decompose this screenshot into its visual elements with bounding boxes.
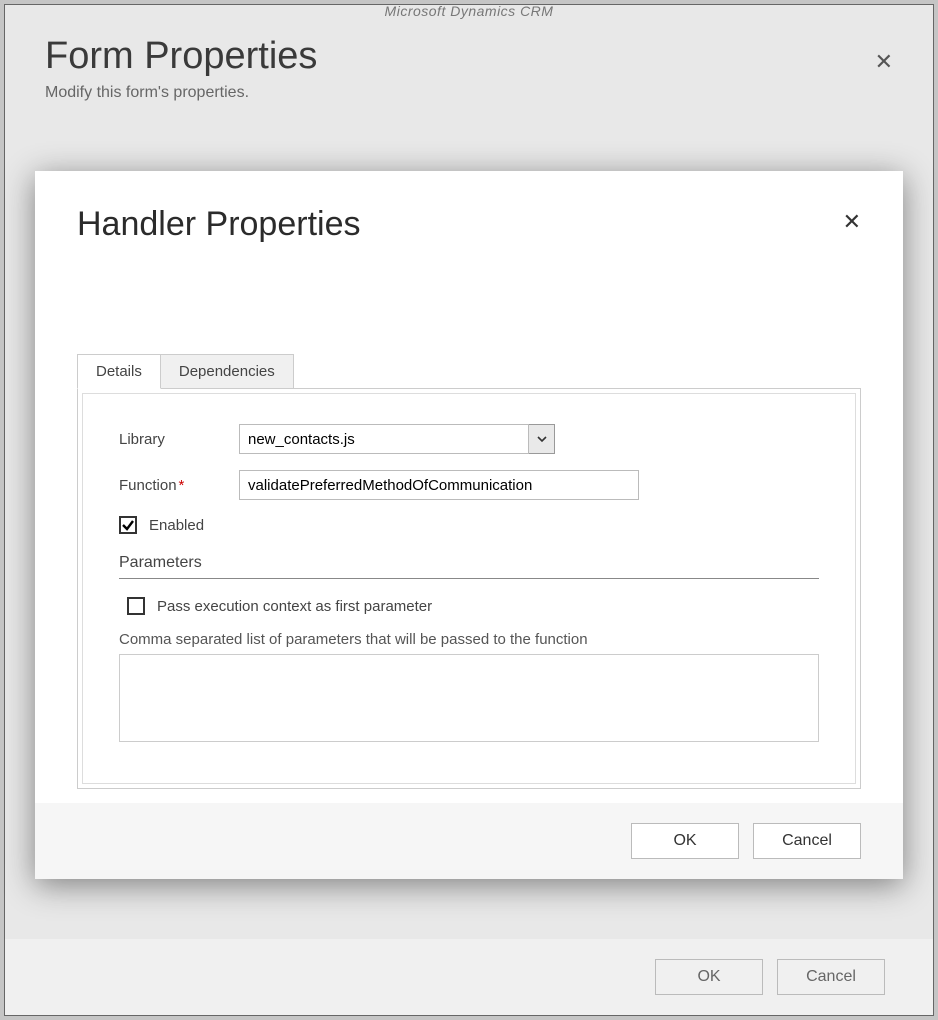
form-properties-close-icon[interactable]: ✕ xyxy=(875,49,893,75)
library-label: Library xyxy=(119,431,239,448)
tab-details[interactable]: Details xyxy=(77,354,161,389)
handler-cancel-button[interactable]: Cancel xyxy=(753,823,861,859)
brand-label: Microsoft Dynamics CRM xyxy=(5,3,933,19)
handler-panel: Library Function* xyxy=(77,388,861,789)
handler-ok-button[interactable]: OK xyxy=(631,823,739,859)
function-input[interactable] xyxy=(239,470,639,500)
library-row: Library xyxy=(119,424,819,454)
function-row: Function* xyxy=(119,470,819,500)
handler-properties-dialog: Handler Properties ✕ Details Dependencie… xyxy=(35,171,903,879)
function-label: Function* xyxy=(119,477,239,494)
form-properties-title: Form Properties xyxy=(45,35,317,78)
handler-close-icon[interactable]: ✕ xyxy=(843,209,861,235)
form-properties-cancel-button[interactable]: Cancel xyxy=(777,959,885,995)
divider xyxy=(119,578,819,579)
spacer xyxy=(35,254,903,354)
form-properties-footer: OK Cancel xyxy=(5,939,933,1015)
handler-panel-inner: Library Function* xyxy=(82,393,856,784)
handler-title: Handler Properties xyxy=(77,205,861,244)
parameters-hint: Comma separated list of parameters that … xyxy=(119,631,819,648)
parameters-title: Parameters xyxy=(119,554,819,572)
form-properties-subtitle: Modify this form's properties. xyxy=(45,84,317,102)
handler-header: Handler Properties ✕ xyxy=(35,171,903,254)
tab-dependencies[interactable]: Dependencies xyxy=(160,354,294,389)
form-properties-header: Form Properties Modify this form's prope… xyxy=(45,35,317,102)
pass-context-checkbox[interactable] xyxy=(127,597,145,615)
enabled-checkbox[interactable] xyxy=(119,516,137,534)
handler-tabs: Details Dependencies xyxy=(77,354,861,389)
enabled-label: Enabled xyxy=(149,517,204,534)
library-dropdown-button[interactable] xyxy=(529,424,555,454)
required-mark: * xyxy=(179,477,185,494)
form-properties-window: Microsoft Dynamics CRM Form Properties M… xyxy=(4,4,934,1016)
handler-footer: OK Cancel xyxy=(35,803,903,879)
parameters-textarea[interactable] xyxy=(119,654,819,742)
library-select xyxy=(239,424,555,454)
library-input[interactable] xyxy=(239,424,529,454)
function-label-text: Function xyxy=(119,477,177,494)
pass-context-row: Pass execution context as first paramete… xyxy=(127,597,819,615)
pass-context-label: Pass execution context as first paramete… xyxy=(157,598,432,615)
chevron-down-icon xyxy=(537,431,547,448)
check-icon xyxy=(121,518,135,532)
enabled-row: Enabled xyxy=(119,516,819,534)
form-properties-ok-button[interactable]: OK xyxy=(655,959,763,995)
